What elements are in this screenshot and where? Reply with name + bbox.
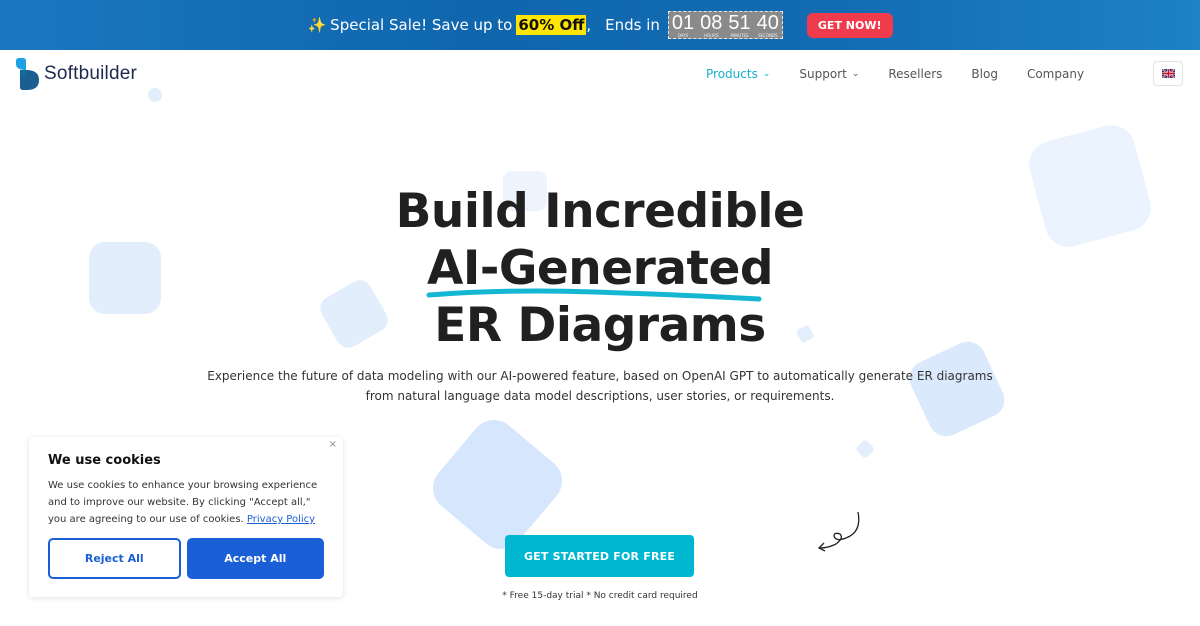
- language-selector[interactable]: [1153, 61, 1183, 86]
- nav-item-label: Products: [706, 67, 758, 81]
- countdown-value: 40: [756, 12, 779, 34]
- privacy-policy-link[interactable]: Privacy Policy: [247, 514, 315, 525]
- main-nav: Softbuilder Products ⌄ Support ⌄ Resellers…: [0, 50, 1200, 100]
- softbuilder-logo-icon: [14, 58, 40, 90]
- chevron-down-icon: ⌄: [851, 69, 860, 79]
- brand-name: Softbuilder: [44, 63, 138, 84]
- brand-logo[interactable]: Softbuilder: [14, 58, 137, 90]
- nav-item-support[interactable]: Support ⌄: [799, 67, 859, 81]
- nav-item-label: Company: [1026, 67, 1085, 81]
- nav-item-company[interactable]: Company: [1027, 67, 1084, 81]
- countdown-unit: DAYS: [677, 33, 689, 38]
- countdown-unit: HOURS: [704, 33, 719, 38]
- countdown-unit: SECONDS: [757, 33, 778, 38]
- hero-highlight: AI-Generated: [426, 240, 774, 302]
- promo-text: Special Sale! Save up to: [330, 16, 513, 34]
- countdown-timer: 01 DAYS 08 HOURS 51 MINUTES 40 SECONDS: [667, 11, 783, 39]
- sparkle-icon: ✨: [307, 16, 327, 34]
- countdown-value: 08: [700, 12, 723, 34]
- promo-discount: 60% Off: [516, 15, 587, 35]
- countdown-seconds: 40 SECONDS: [757, 12, 779, 38]
- hero-description-line: from natural language data model descrip…: [365, 389, 835, 403]
- hero-description-line: Experience the future of data modeling w…: [207, 369, 993, 383]
- get-started-button[interactable]: GET STARTED FOR FREE: [505, 535, 694, 577]
- countdown-unit: MINUTES: [730, 33, 749, 38]
- curly-arrow-icon: [817, 511, 860, 552]
- promo-banner: ✨ Special Sale! Save up to 60% Off , End…: [0, 0, 1200, 50]
- promo-ends-label: Ends in: [605, 16, 660, 34]
- countdown-days: 01 DAYS: [672, 12, 694, 38]
- hero-title-line-1: Build Incredible: [395, 184, 805, 239]
- nav-item-blog[interactable]: Blog: [971, 67, 998, 81]
- decor-shape: [855, 439, 875, 459]
- uk-flag-icon: [1161, 69, 1175, 78]
- nav-item-label: Blog: [971, 67, 998, 81]
- countdown-value: 51: [728, 12, 751, 34]
- cookie-banner: × We use cookies We use cookies to enhan…: [29, 437, 343, 597]
- close-icon[interactable]: ×: [329, 439, 337, 450]
- hero-description: Experience the future of data modeling w…: [200, 366, 1000, 406]
- cookie-actions: Reject All Accept All: [48, 538, 324, 579]
- nav-item-label: Support: [799, 67, 847, 81]
- hero-title: Build Incredible AI-Generated ER Diagram…: [0, 183, 1200, 354]
- nav-item-label: Resellers: [888, 67, 943, 81]
- promo-comma: ,: [586, 16, 592, 34]
- cookie-title: We use cookies: [48, 453, 161, 468]
- get-now-button[interactable]: GET NOW!: [806, 12, 893, 38]
- cookie-body: We use cookies to enhance your browsing …: [48, 477, 324, 528]
- accept-all-button[interactable]: Accept All: [186, 538, 324, 579]
- decor-shape: [148, 88, 162, 102]
- chevron-down-icon: ⌄: [762, 69, 771, 79]
- countdown-minutes: 51 MINUTES: [728, 12, 750, 38]
- nav-item-resellers[interactable]: Resellers: [888, 67, 942, 81]
- nav-item-products[interactable]: Products ⌄: [706, 67, 770, 81]
- countdown-hours: 08 HOURS: [700, 12, 722, 38]
- reject-all-button[interactable]: Reject All: [48, 538, 181, 579]
- hero-title-line-3: ER Diagrams: [434, 298, 766, 353]
- nav-menu: Products ⌄ Support ⌄ Resellers Blog Compan…: [706, 67, 1113, 81]
- hero-title-line-2: AI-Generated: [0, 240, 1200, 302]
- countdown-value: 01: [671, 12, 695, 34]
